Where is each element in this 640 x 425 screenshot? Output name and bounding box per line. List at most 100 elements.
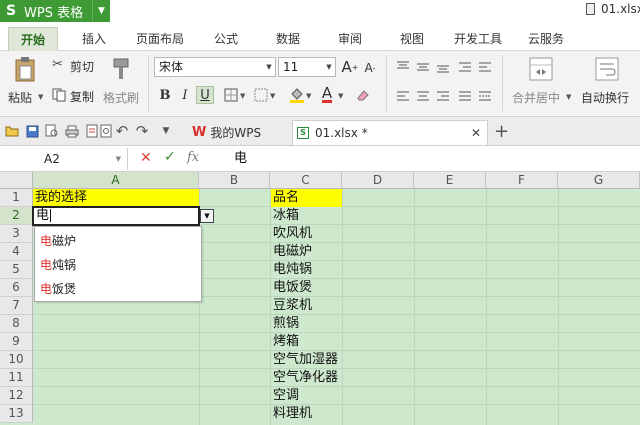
align-center-button[interactable]	[414, 87, 432, 105]
row-header[interactable]: 4	[0, 243, 33, 261]
chevron-down-icon[interactable]: ▼	[116, 148, 121, 170]
column-header-c[interactable]: C	[270, 172, 342, 189]
row-header[interactable]: 9	[0, 333, 33, 351]
cell-c2[interactable]: 冰箱	[271, 207, 299, 225]
confirm-check-icon[interactable]: ✓	[164, 149, 176, 165]
align-top-button[interactable]	[394, 58, 412, 76]
cell-c7[interactable]: 豆浆机	[271, 297, 312, 315]
cell-c9[interactable]: 烤箱	[271, 333, 299, 351]
name-box[interactable]: A2 ▼	[0, 148, 128, 170]
row-header[interactable]: 13	[0, 405, 33, 423]
cancel-x-icon[interactable]: ✕	[140, 150, 152, 166]
column-header-g[interactable]: G	[558, 172, 640, 189]
suggestion-item[interactable]: 电饭煲	[35, 277, 201, 301]
copy-button[interactable]: 复制	[52, 87, 102, 105]
align-bottom-button[interactable]	[434, 58, 452, 76]
suggestion-item[interactable]: 电炖锅	[35, 253, 201, 277]
tab-view[interactable]: 视图	[390, 27, 434, 51]
indent-button[interactable]	[456, 58, 474, 76]
app-menu-button[interactable]: S WPS 表格 ▼	[0, 0, 110, 22]
format-painter-button[interactable]: 格式刷	[102, 55, 142, 111]
print-preview-icon[interactable]	[44, 123, 60, 139]
tab-home[interactable]: 开始	[8, 27, 58, 51]
shrink-font-button[interactable]: A-	[361, 59, 379, 77]
tab-page-layout[interactable]: 页面布局	[130, 27, 190, 51]
suggestion-rest-text: 炖锅	[52, 258, 77, 272]
undo-icon[interactable]: ↶	[114, 122, 130, 140]
column-header-d[interactable]: D	[342, 172, 414, 189]
cell-c8[interactable]: 煎锅	[271, 315, 299, 333]
row-header[interactable]: 2	[0, 207, 33, 225]
underline-button[interactable]: U	[196, 86, 214, 104]
italic-button[interactable]: I	[176, 86, 194, 104]
column-header-a[interactable]: A	[33, 172, 199, 189]
grow-font-button[interactable]: A +	[341, 58, 359, 76]
row-header[interactable]: 3	[0, 225, 33, 243]
tab-formulas[interactable]: 公式	[204, 27, 248, 51]
row-header[interactable]: 8	[0, 315, 33, 333]
cell-c4[interactable]: 电磁炉	[271, 243, 312, 261]
cell-c11[interactable]: 空气净化器	[271, 369, 338, 387]
column-header-e[interactable]: E	[414, 172, 486, 189]
print-icon[interactable]	[64, 123, 80, 139]
font-size-select[interactable]: 11 ▼	[278, 57, 336, 77]
align-middle-icon	[417, 63, 429, 71]
font-name-select[interactable]: 宋体 ▼	[154, 57, 276, 77]
redo-icon[interactable]: ↷	[134, 122, 150, 140]
bold-button[interactable]: B	[156, 86, 174, 104]
row-header[interactable]: 1	[0, 189, 33, 207]
font-color-button[interactable]: A	[318, 85, 336, 103]
preview-icon[interactable]	[98, 123, 114, 139]
column-header-f[interactable]: F	[486, 172, 558, 189]
row-header[interactable]: 6	[0, 279, 33, 297]
clear-format-button[interactable]	[354, 86, 372, 104]
justify-button[interactable]	[456, 87, 474, 105]
cell-c12[interactable]: 空调	[271, 387, 299, 405]
tab-insert[interactable]: 插入	[72, 27, 116, 51]
cell-c1[interactable]: 品名	[271, 189, 342, 207]
distributed-button[interactable]	[476, 87, 494, 105]
insert-function-fx-icon[interactable]: fx	[187, 150, 199, 165]
row-header[interactable]: 10	[0, 351, 33, 369]
cell-a2-editor[interactable]: 电	[32, 206, 200, 226]
column-header-b[interactable]: B	[199, 172, 270, 189]
chevron-down-icon[interactable]: ▼	[92, 0, 110, 22]
row-header[interactable]: 12	[0, 387, 33, 405]
align-left-button[interactable]	[394, 87, 412, 105]
row-header[interactable]: 11	[0, 369, 33, 387]
paste-button[interactable]: 粘贴 ▼	[6, 55, 46, 111]
cell-c3[interactable]: 吹风机	[271, 225, 312, 243]
tab-review[interactable]: 审阅	[328, 27, 372, 51]
borders-button[interactable]	[222, 86, 240, 104]
save-icon[interactable]	[24, 123, 40, 139]
tab-file-01xlsx[interactable]: S 01.xlsx * ✕	[292, 120, 488, 145]
cell-c6[interactable]: 电饭煲	[271, 279, 312, 297]
cell-c13[interactable]: 料理机	[271, 405, 312, 423]
cell-style-button[interactable]	[252, 86, 270, 104]
row-header[interactable]: 7	[0, 297, 33, 315]
tab-data[interactable]: 数据	[266, 27, 310, 51]
tab-developer[interactable]: 开发工具	[446, 27, 510, 51]
suggestion-item[interactable]: 电磁炉	[35, 229, 201, 253]
validation-dropdown-button[interactable]: ▼	[200, 209, 214, 223]
row-header[interactable]: 5	[0, 261, 33, 279]
cell-c10[interactable]: 空气加湿器	[271, 351, 338, 369]
tab-cloud-services[interactable]: 云服务	[520, 27, 572, 51]
fill-color-button[interactable]	[288, 86, 306, 104]
cell-c5[interactable]: 电炖锅	[271, 261, 312, 279]
close-icon[interactable]: ✕	[471, 126, 481, 140]
select-all-corner[interactable]	[0, 172, 33, 189]
align-right-button[interactable]	[434, 87, 452, 105]
spreadsheet-grid[interactable]: A B C D E F G 1 2 3 4 5 6 7 8 9 10 11 12…	[0, 172, 640, 425]
cut-button[interactable]: ✂ 剪切	[52, 57, 102, 75]
cell-a1[interactable]: 我的选择	[33, 189, 199, 207]
wrap-text-button[interactable]: 自动换行	[578, 55, 636, 111]
merge-center-button[interactable]: 合并居中 ▼	[508, 55, 574, 111]
tab-my-wps[interactable]: W 我的WPS	[188, 120, 288, 145]
formula-input[interactable]: 电	[222, 148, 640, 170]
open-folder-icon[interactable]	[4, 123, 20, 139]
outdent-button[interactable]	[476, 58, 494, 76]
align-middle-button[interactable]	[414, 58, 432, 76]
new-tab-plus-icon[interactable]: +	[494, 121, 509, 142]
quick-access-dropdown-icon[interactable]: ▼	[158, 123, 174, 139]
